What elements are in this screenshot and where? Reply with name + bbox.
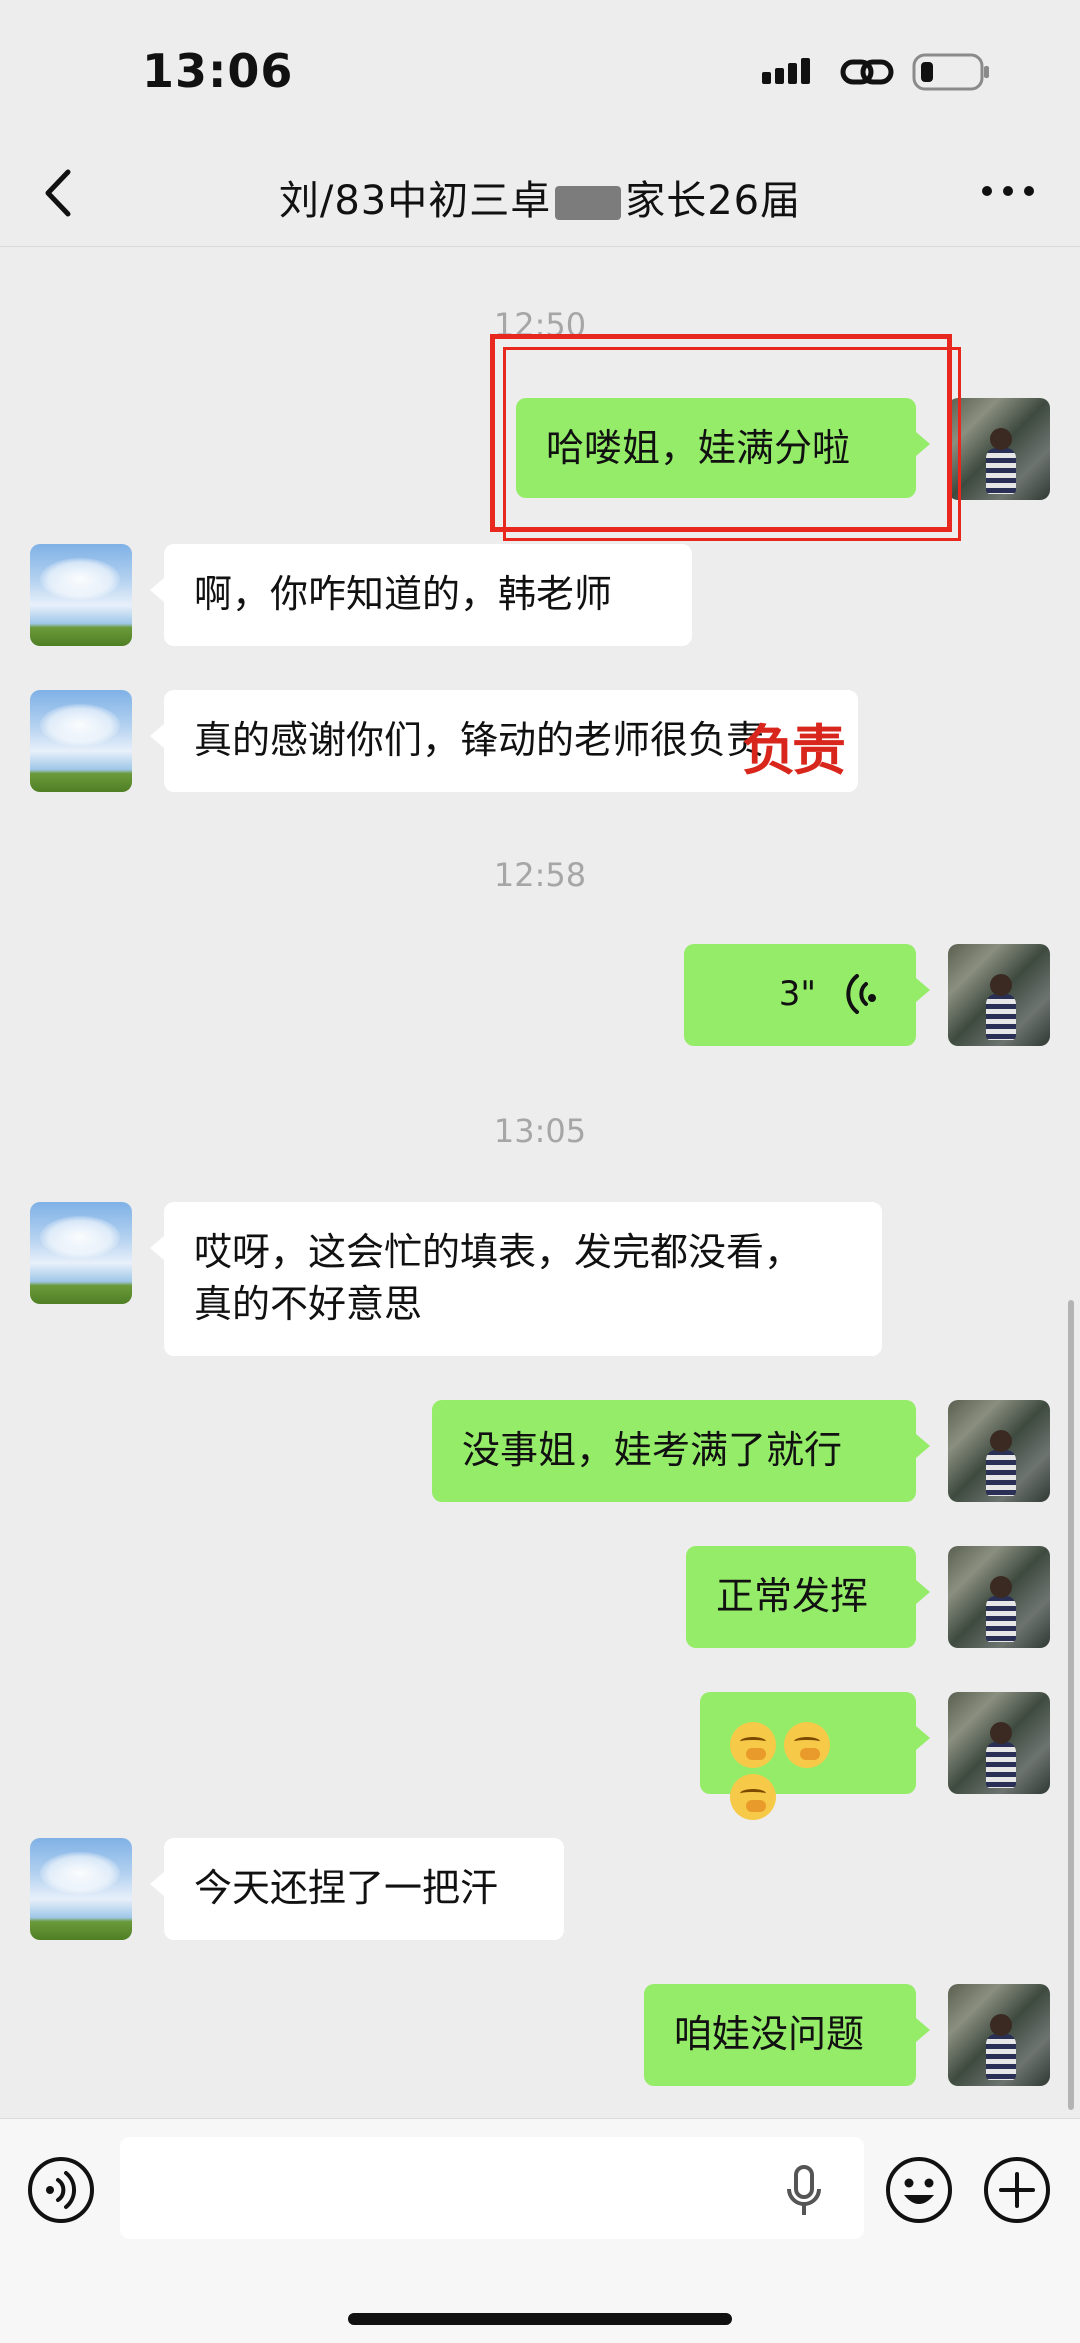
message-line: 真的不好意思 [194, 1282, 423, 1326]
message-line: 哎呀，这会忙的填表，发完都没看， [194, 1230, 803, 1274]
chat-title-right: 家长26届 [625, 178, 802, 224]
chat-title-partial: 卓 [510, 178, 552, 224]
voice-toggle-icon[interactable] [26, 2155, 96, 2225]
my-avatar[interactable] [948, 1400, 1050, 1502]
voice-duration: 3" [778, 974, 816, 1014]
my-avatar[interactable] [948, 1692, 1050, 1794]
more-icon[interactable] [980, 184, 1036, 198]
chat-title-left: 刘/83中初三 [278, 178, 511, 224]
blushing-face-emoji-icon [730, 1773, 776, 1820]
contact-avatar[interactable] [30, 1838, 132, 1940]
message-bubble-incoming[interactable]: 哎呀，这会忙的填表，发完都没看， 真的不好意思 [150, 1202, 882, 1356]
contact-avatar[interactable] [30, 544, 132, 646]
contact-avatar[interactable] [30, 690, 132, 792]
message-bubble-outgoing[interactable]: 正常发挥 [686, 1546, 930, 1648]
status-bar: 13:06 [0, 0, 1080, 140]
my-avatar[interactable] [948, 944, 1050, 1046]
blushing-face-emoji-icon [784, 1721, 830, 1768]
status-time: 13:06 [142, 44, 294, 98]
battery-icon [912, 53, 989, 91]
my-avatar[interactable] [948, 1984, 1050, 2086]
chat-header: 刘/83中初三卓 家长26届 [0, 140, 1080, 247]
mic-icon[interactable] [784, 2163, 824, 2219]
message-bubble-outgoing[interactable]: 咱娃没问题 [644, 1984, 930, 2086]
red-overlay-text: 负责 [742, 719, 846, 782]
link-icon [840, 59, 894, 85]
my-avatar[interactable] [948, 1546, 1050, 1648]
signal-icon [762, 58, 810, 84]
home-indicator[interactable] [348, 2313, 732, 2325]
timestamp: 12:58 [493, 856, 587, 894]
redaction-mask [555, 186, 622, 220]
contact-avatar[interactable] [30, 1202, 132, 1304]
blushing-face-emoji-icon [730, 1721, 776, 1768]
voice-message-bubble[interactable]: 3" [684, 944, 930, 1046]
message-bubble-incoming[interactable]: 今天还捏了一把汗 [150, 1838, 564, 1940]
voice-message-icon [846, 974, 877, 1014]
plus-icon[interactable] [982, 2155, 1052, 2225]
red-highlight-box [490, 334, 961, 541]
chat-title: 刘/83中初三卓 家长26届 [0, 168, 1080, 226]
input-bar [0, 2118, 1080, 2343]
timestamp: 13:05 [493, 1112, 587, 1150]
message-input[interactable] [120, 2137, 864, 2239]
message-bubble-incoming[interactable]: 啊，你咋知道的，韩老师 [150, 544, 692, 646]
message-bubble-outgoing[interactable]: 没事姐，娃考满了就行 [432, 1400, 930, 1502]
emoji-message-bubble[interactable] [700, 1692, 930, 1820]
my-avatar[interactable] [948, 398, 1050, 500]
scrollbar[interactable] [1068, 1300, 1074, 2110]
emoji-icon[interactable] [884, 2155, 954, 2225]
